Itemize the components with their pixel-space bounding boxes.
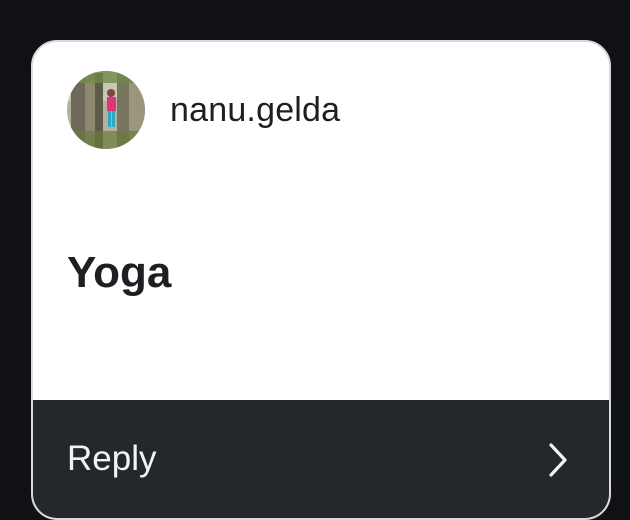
reply-label: Reply [67,439,157,478]
username[interactable]: nanu.gelda [170,91,340,130]
avatar[interactable] [67,71,145,149]
message-text: Yoga [67,248,172,297]
chevron-right-icon [549,443,567,477]
message-header: nanu.gelda [67,70,340,150]
profile-photo-icon [67,71,145,149]
reply-button[interactable]: Reply [33,400,609,518]
message-card: nanu.gelda Yoga Reply [31,40,611,520]
